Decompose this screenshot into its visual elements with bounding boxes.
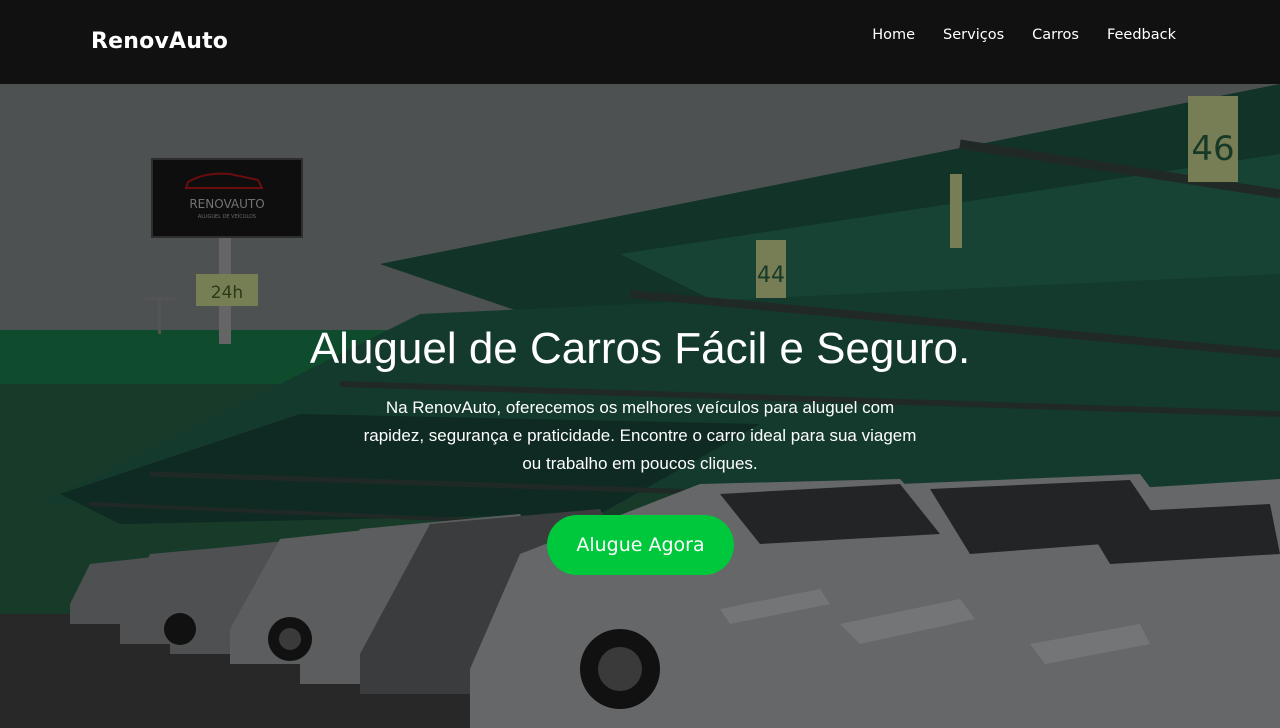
rent-now-button[interactable]: Alugue Agora: [547, 515, 734, 575]
hero-section: RENOVAUTO ALUGUEL DE VEÍCULOS 24h 46 44: [0, 84, 1280, 728]
nav-link-home[interactable]: Home: [872, 25, 915, 45]
nav-links: Home Serviços Carros Feedback: [872, 25, 1176, 45]
nav-link-feedback[interactable]: Feedback: [1107, 25, 1176, 45]
hero-title: Aluguel de Carros Fácil e Seguro.: [309, 324, 971, 373]
hero-description: Na RenovAuto, oferecemos os melhores veí…: [363, 398, 917, 473]
nav-link-servicos[interactable]: Serviços: [943, 25, 1004, 45]
navbar: RenovAuto Home Serviços Carros Feedback: [0, 0, 1280, 84]
nav-link-carros[interactable]: Carros: [1032, 25, 1079, 45]
brand-logo[interactable]: RenovAuto: [91, 29, 228, 54]
